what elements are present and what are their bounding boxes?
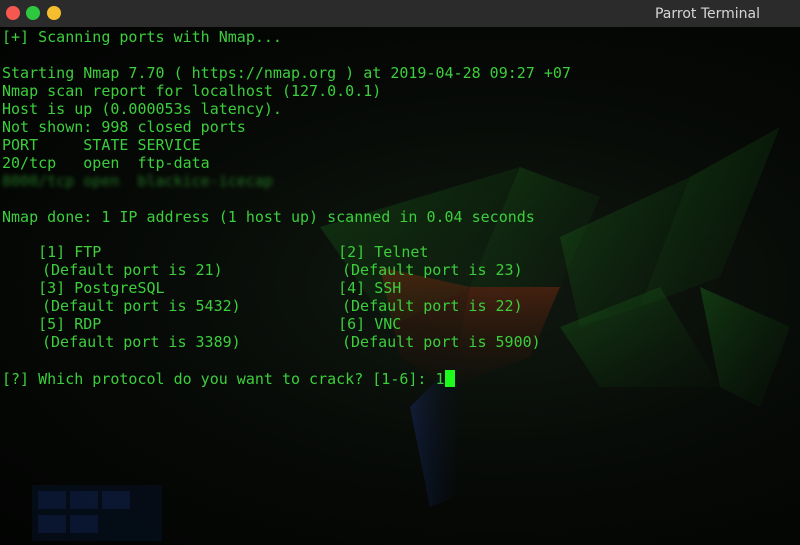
menu-item-hint: (Default port is 21) [42,261,223,279]
menu-item-rdp: [5] RDP (Default port is 3389) [2,315,241,351]
menu-item-vnc: [6] VNC (Default port is 5900) [302,315,541,351]
maximize-window-button[interactable] [26,6,40,20]
menu-item-hint: (Default port is 5432) [42,297,241,315]
input-prompt-line[interactable]: [?] Which protocol do you want to crack?… [2,370,455,388]
output-line: 20/tcp open ftp-data [2,154,210,172]
menu-item-hint: (Default port is 3389) [42,333,241,351]
text-cursor [444,370,455,387]
terminal-output: [+] Scanning ports with Nmap... Starting… [2,28,798,226]
output-line: Starting Nmap 7.70 ( https://nmap.org ) … [2,64,571,82]
desktop-icons-ghost-icon [32,485,162,541]
menu-item-label: [5] RDP [2,315,102,333]
menu-item-postgresql: [3] PostgreSQL (Default port is 5432) [2,279,241,315]
menu-item-ssh: [4] SSH (Default port is 22) [302,279,523,315]
close-window-button[interactable] [6,6,20,20]
output-line: Nmap done: 1 IP address (1 host up) scan… [2,208,535,226]
output-line: PORT STATE SERVICE [2,136,201,154]
menu-item-label: [1] FTP [2,243,102,261]
terminal-body[interactable]: [+] Scanning ports with Nmap... Starting… [0,27,800,545]
menu-item-hint: (Default port is 5900) [342,333,541,351]
terminal-window: Parrot Terminal [+] Scanning ports with … [0,0,800,545]
output-line: Nmap scan report for localhost (127.0.0.… [2,82,382,100]
prompt-input-value[interactable]: 1 [435,370,444,388]
minimize-window-button[interactable] [47,6,61,20]
menu-item-label: [3] PostgreSQL [2,279,165,297]
menu-item-hint: (Default port is 22) [342,297,523,315]
menu-item-ftp: [1] FTP (Default port is 21) [2,243,223,279]
prompt-text: [?] Which protocol do you want to crack?… [2,370,436,388]
output-line-blurred: 8000/tcp open blackice-icecap [2,172,273,190]
window-title: Parrot Terminal [654,6,760,22]
menu-item-telnet: [2] Telnet (Default port is 23) [302,243,523,279]
output-line: Host is up (0.000053s latency). [2,100,282,118]
menu-item-label: [2] Telnet [302,243,429,261]
output-line: [+] Scanning ports with Nmap... [2,28,282,46]
menu-item-hint: (Default port is 23) [342,261,523,279]
menu-item-label: [6] VNC [302,315,402,333]
output-line: Not shown: 998 closed ports [2,118,246,136]
menu-item-label: [4] SSH [302,279,402,297]
title-bar[interactable]: Parrot Terminal [0,0,800,28]
